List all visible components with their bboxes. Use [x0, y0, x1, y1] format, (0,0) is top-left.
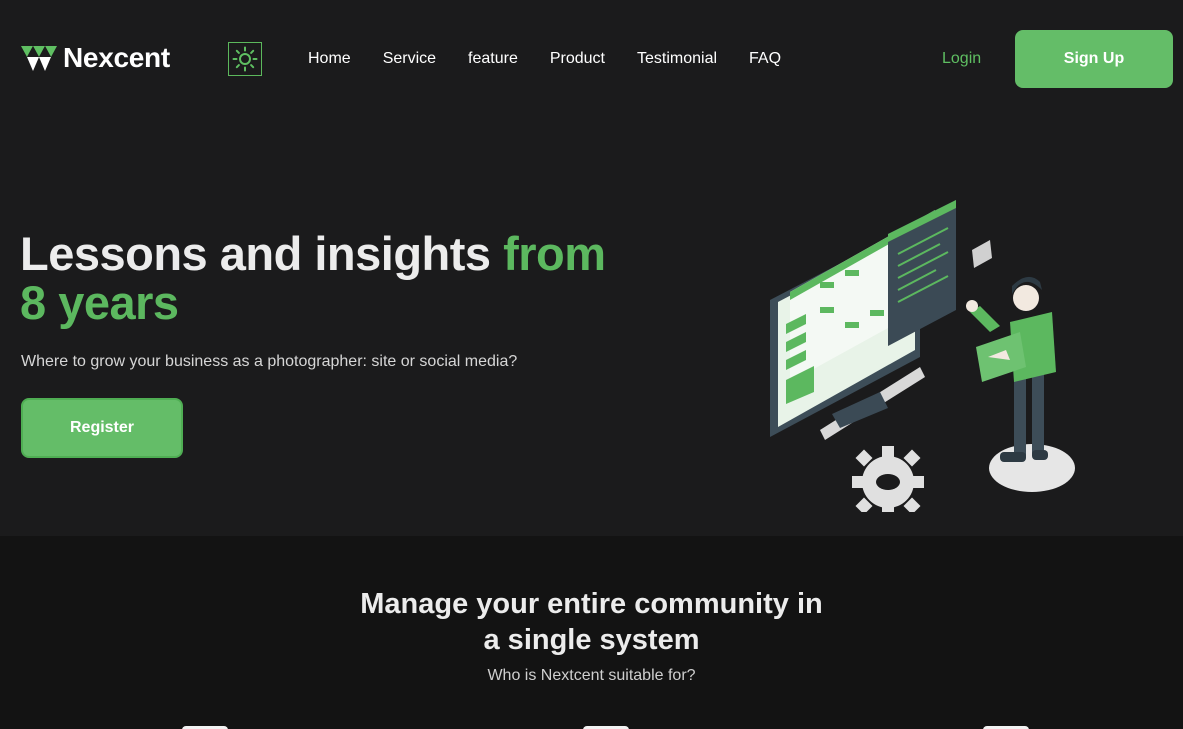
login-link[interactable]: Login	[942, 49, 981, 69]
nav-item-product[interactable]: Product	[550, 49, 605, 69]
brand-name: Nexcent	[63, 42, 170, 73]
hero-title-accent-2: 8 years	[20, 276, 179, 329]
hero-section: Lessons and insights from 8 years Where t…	[0, 118, 1183, 536]
brand-logo[interactable]: Nexcent	[21, 42, 170, 74]
nav-item-feature[interactable]: feature	[468, 49, 518, 69]
site-header: Nexcent Home Service feature Product Tes…	[0, 0, 1183, 118]
community-title-line1: Manage your entire community in	[360, 588, 823, 620]
hero-title-accent-1: from	[503, 227, 606, 280]
signup-button[interactable]: Sign Up	[1015, 30, 1173, 88]
hero-title: Lessons and insights from 8 years	[20, 229, 640, 327]
nav-item-testimonial[interactable]: Testimonial	[637, 49, 717, 69]
community-subtitle: Who is Nextcent suitable for?	[487, 667, 696, 684]
community-section: Manage your entire community in a single…	[0, 536, 1183, 729]
hero-title-white: Lessons and insights	[20, 227, 504, 280]
main-nav: Home Service feature Product Testimonial…	[308, 49, 781, 69]
theme-toggle-button[interactable]	[228, 42, 262, 76]
nav-item-service[interactable]: Service	[383, 49, 436, 69]
sun-icon	[232, 46, 258, 72]
register-button[interactable]: Register	[21, 398, 183, 458]
community-title: Manage your entire community in a single…	[0, 586, 1183, 658]
hero-subtitle: Where to grow your business as a photogr…	[21, 353, 518, 370]
community-title-line2: a single system	[483, 624, 700, 656]
nav-item-home[interactable]: Home	[308, 49, 351, 69]
developer-illustration	[770, 200, 1075, 512]
logo-icon	[21, 46, 57, 71]
nav-item-faq[interactable]: FAQ	[749, 49, 781, 69]
